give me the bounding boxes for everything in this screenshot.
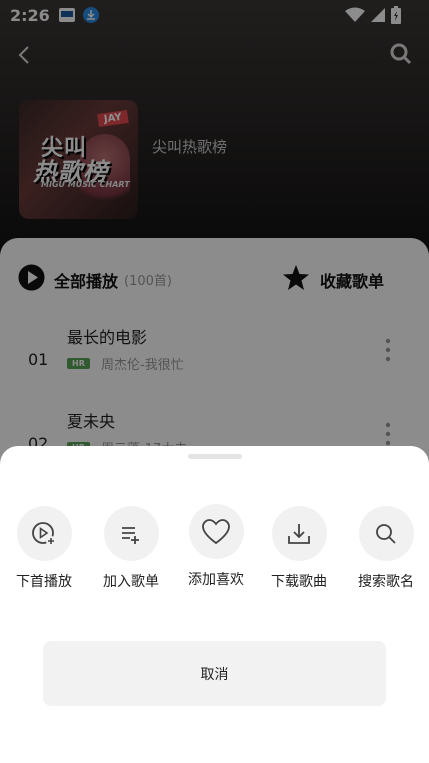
action-icon-circle (271, 506, 327, 561)
download-song-button[interactable]: 下载歌曲 (259, 506, 339, 596)
action-sheet: 下首播放 加入歌单 添加喜欢 下载歌曲 搜索歌名 取消 (0, 446, 429, 763)
action-label: 加入歌单 (103, 574, 159, 590)
add-to-playlist-button[interactable]: 加入歌单 (91, 506, 171, 596)
cancel-button[interactable]: 取消 (43, 641, 386, 706)
sheet-drag-handle[interactable] (188, 454, 242, 459)
action-icon-circle (103, 506, 159, 561)
action-label: 下载歌曲 (271, 574, 327, 590)
add-favorite-button[interactable]: 添加喜欢 (176, 504, 256, 594)
download-icon (288, 523, 310, 544)
action-icon-circle (188, 504, 244, 559)
action-icon-circle (358, 506, 414, 561)
search-song-button[interactable]: 搜索歌名 (346, 506, 426, 596)
action-label: 添加喜欢 (188, 572, 244, 588)
heart-icon (202, 518, 230, 544)
play-next-icon (32, 521, 56, 546)
play-next-button[interactable]: 下首播放 (4, 506, 84, 596)
action-label: 搜索歌名 (358, 574, 414, 590)
search-icon (376, 523, 396, 544)
add-to-playlist-icon (122, 526, 139, 544)
action-label: 下首播放 (16, 574, 72, 590)
action-icon-circle (16, 506, 72, 561)
